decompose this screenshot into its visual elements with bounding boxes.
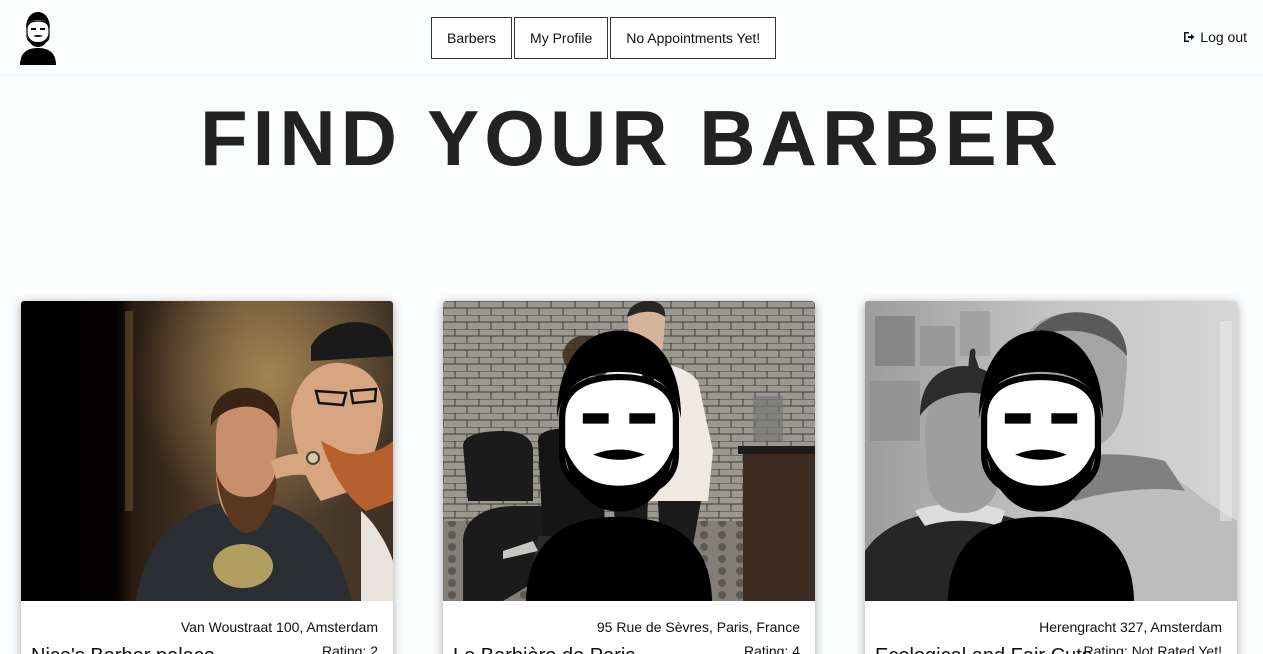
barber-name[interactable]: Le Barbière de Paris xyxy=(453,645,635,654)
nav-button-group: Barbers My Profile No Appointments Yet! xyxy=(431,17,777,59)
barber-logo-icon xyxy=(865,315,1227,601)
logout-label: Log out xyxy=(1200,29,1247,45)
top-navbar: Barbers My Profile No Appointments Yet! … xyxy=(0,0,1263,76)
sign-out-icon xyxy=(1184,32,1195,42)
barber-card[interactable]: Van Woustraat 100, Amsterdam Rating: 2 N… xyxy=(21,301,393,654)
logout-link[interactable]: Log out xyxy=(1183,29,1247,45)
barber-photo xyxy=(443,301,815,601)
appointments-nav-button[interactable]: No Appointments Yet! xyxy=(610,17,777,59)
barber-photo xyxy=(865,301,1237,601)
barber-rating: Rating: 4 xyxy=(743,643,800,654)
barber-address: 95 Rue de Sèvres, Paris, France xyxy=(596,619,800,635)
barber-rating: Rating: Not Rated Yet! xyxy=(1083,643,1222,654)
barber-card[interactable]: Herengracht 327, Amsterdam Rating: Not R… xyxy=(865,301,1237,654)
barber-name[interactable]: Ecological and Fair Cuts xyxy=(875,645,1092,654)
bearded-barber-logo-icon[interactable] xyxy=(18,9,58,67)
barber-card[interactable]: 95 Rue de Sèvres, Paris, France Rating: … xyxy=(443,301,815,654)
barbers-nav-button[interactable]: Barbers xyxy=(431,17,513,59)
barber-address: Herengracht 327, Amsterdam xyxy=(1039,619,1222,635)
barber-photo xyxy=(21,301,393,601)
page-title: FIND YOUR BARBER xyxy=(200,94,1063,182)
barber-rating: Rating: 2 xyxy=(321,643,378,654)
barber-logo-icon xyxy=(443,315,805,601)
barber-name[interactable]: Nice's Barber palace xyxy=(31,645,215,654)
my-profile-nav-button[interactable]: My Profile xyxy=(514,17,609,59)
barber-address: Van Woustraat 100, Amsterdam xyxy=(180,619,378,635)
